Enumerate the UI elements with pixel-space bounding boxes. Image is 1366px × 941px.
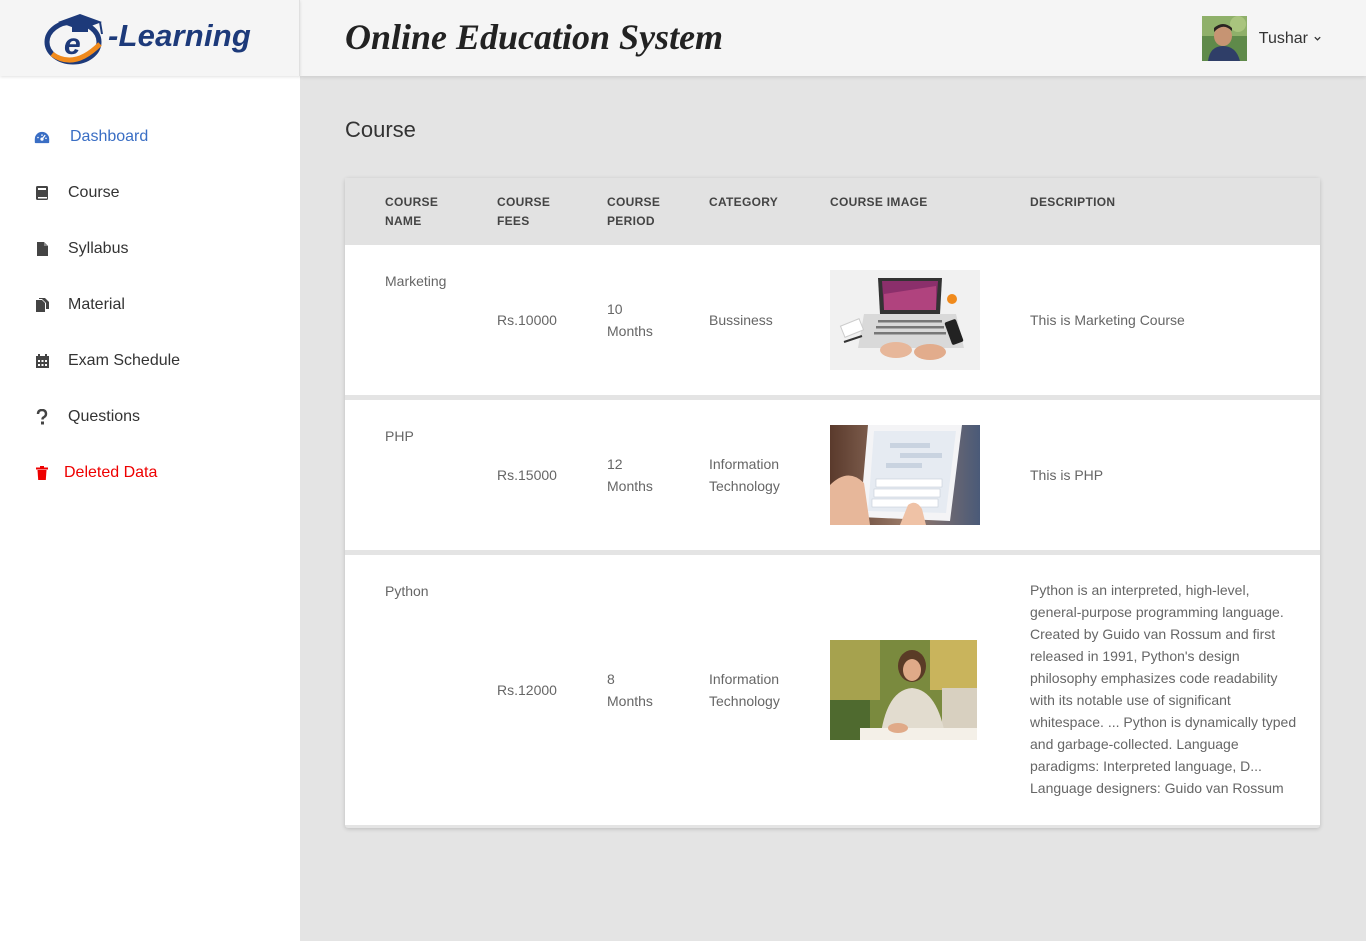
course-period-cell: 10 Months xyxy=(607,301,653,339)
category-cell: Bussiness xyxy=(709,312,773,328)
column-header-category[interactable]: CATEGORY xyxy=(709,193,778,212)
category-cell: Information Technology xyxy=(709,456,780,494)
main-content: Course COURSE NAME COURSE FEES COURSE PE… xyxy=(300,76,1366,941)
chevron-down-icon xyxy=(1314,36,1321,41)
trash-icon xyxy=(34,465,50,481)
sidebar-item-label: Exam Schedule xyxy=(68,352,181,369)
course-period-cell: 8 Months xyxy=(607,671,653,709)
sidebar-item-deleted-data[interactable]: Deleted Data xyxy=(34,461,157,485)
course-image-woman-writing[interactable] xyxy=(830,640,977,740)
graduation-cap-logo-icon: e xyxy=(44,14,103,65)
column-header-course-period[interactable]: COURSE PERIOD xyxy=(607,193,660,231)
dashboard-icon xyxy=(34,129,50,145)
sidebar-item-label: Material xyxy=(68,296,125,313)
table-row[interactable]: Marketing Rs.10000 10 Months Bussiness T… xyxy=(345,245,1320,395)
course-name-cell: Python xyxy=(385,583,429,599)
course-name-cell: Marketing xyxy=(385,273,447,289)
table-row[interactable]: Python Rs.12000 8 Months Information Tec… xyxy=(345,555,1320,825)
sidebar-item-label: Dashboard xyxy=(70,128,149,145)
table-header: COURSE NAME COURSE FEES COURSE PERIOD CA… xyxy=(345,178,1320,245)
sidebar-item-label: Deleted Data xyxy=(64,464,158,481)
sidebar-item-dashboard[interactable]: Dashboard xyxy=(34,125,148,149)
sidebar-item-label: Syllabus xyxy=(68,240,129,257)
sidebar-item-questions[interactable]: Questions xyxy=(34,405,140,429)
course-period-cell: 12 Months xyxy=(607,456,653,494)
logo-letter: e xyxy=(64,28,81,61)
course-image-tablet[interactable] xyxy=(830,425,980,525)
course-table: COURSE NAME COURSE FEES COURSE PERIOD CA… xyxy=(345,178,1320,828)
book-icon xyxy=(34,185,50,201)
brand-logo[interactable]: e -Learning xyxy=(0,0,300,76)
description-cell: This is PHP xyxy=(1030,467,1104,483)
sidebar-item-syllabus[interactable]: Syllabus xyxy=(34,237,128,261)
column-header-course-name[interactable]: COURSE NAME xyxy=(385,193,438,231)
logo-text: -Learning xyxy=(108,18,252,53)
top-bar: Online Education System Tushar xyxy=(300,0,1366,76)
category-cell: Information Technology xyxy=(709,671,780,709)
user-name: Tushar xyxy=(1258,29,1308,47)
sidebar-item-course[interactable]: Course xyxy=(34,181,120,205)
column-header-course-image[interactable]: COURSE IMAGE xyxy=(830,193,928,212)
question-icon xyxy=(34,409,50,425)
page-title: Course xyxy=(345,117,416,142)
files-icon xyxy=(34,297,50,313)
app-title: Online Education System xyxy=(345,17,724,57)
sidebar-item-material[interactable]: Material xyxy=(34,293,125,317)
description-cell: This is Marketing Course xyxy=(1030,312,1185,328)
calendar-icon xyxy=(34,353,50,369)
course-fees-cell: Rs.12000 xyxy=(497,682,557,698)
course-image-laptop[interactable] xyxy=(830,270,980,370)
column-header-course-fees[interactable]: COURSE FEES xyxy=(497,193,550,231)
sidebar-item-exam-schedule[interactable]: Exam Schedule xyxy=(34,349,180,373)
course-name-cell: PHP xyxy=(385,428,414,444)
user-avatar xyxy=(1201,16,1247,61)
column-header-description[interactable]: DESCRIPTION xyxy=(1030,193,1115,212)
file-icon xyxy=(34,241,50,257)
user-menu[interactable]: Tushar xyxy=(1201,16,1322,61)
sidebar: Dashboard Course Syllabus Material Exam … xyxy=(0,76,300,941)
description-cell: Python is an interpreted, high-level, ge… xyxy=(1030,582,1297,796)
sidebar-item-label: Course xyxy=(68,184,120,201)
table-row[interactable]: PHP Rs.15000 12 Months Information Techn… xyxy=(345,400,1320,550)
course-fees-cell: Rs.15000 xyxy=(497,467,557,483)
sidebar-item-label: Questions xyxy=(68,408,141,425)
course-fees-cell: Rs.10000 xyxy=(497,312,557,328)
